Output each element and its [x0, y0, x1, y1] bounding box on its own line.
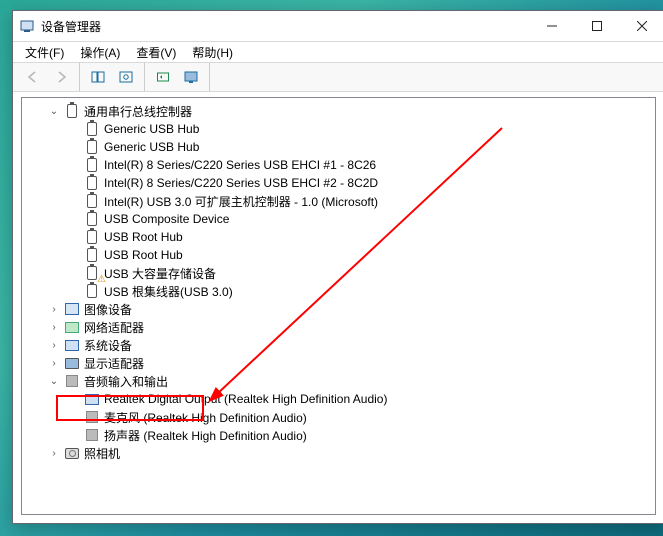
tree-item-usb-warning[interactable]: USB 大容量存储设备 [22, 264, 655, 282]
tree-item-usb[interactable]: USB 根集线器(USB 3.0) [22, 282, 655, 300]
menu-help[interactable]: 帮助(H) [184, 42, 241, 63]
tree-item-usb[interactable]: USB Root Hub [22, 228, 655, 246]
chevron-right-icon[interactable]: › [46, 337, 62, 353]
tree-item-usb[interactable]: USB Composite Device [22, 210, 655, 228]
device-tree-pane[interactable]: ⌄ 通用串行总线控制器 Generic USB Hub Generic USB … [21, 97, 656, 515]
app-icon [19, 18, 35, 34]
tree-node-system[interactable]: › 系统设备 [22, 336, 655, 354]
audio-output-icon [84, 391, 100, 407]
usb-icon [84, 283, 100, 299]
tree-item-usb[interactable]: Generic USB Hub [22, 138, 655, 156]
usb-icon [84, 121, 100, 137]
usb-icon [84, 247, 100, 263]
usb-icon [84, 139, 100, 155]
tree-item-usb[interactable]: Intel(R) 8 Series/C220 Series USB EHCI #… [22, 156, 655, 174]
menu-bar: 文件(F) 操作(A) 查看(V) 帮助(H) [13, 42, 663, 63]
usb-icon [84, 211, 100, 227]
show-hide-tree-button[interactable] [85, 65, 111, 89]
chevron-right-icon[interactable]: › [46, 301, 62, 317]
tree-item-usb[interactable]: Intel(R) 8 Series/C220 Series USB EHCI #… [22, 174, 655, 192]
display-icon [64, 355, 80, 371]
audio-icon [64, 373, 80, 389]
menu-action[interactable]: 操作(A) [72, 42, 128, 63]
usb-icon [84, 229, 100, 245]
title-bar[interactable]: 设备管理器 [13, 11, 663, 42]
tree-item-audio[interactable]: Realtek Digital Output (Realtek High Def… [22, 390, 655, 408]
usb-controller-icon [64, 103, 80, 119]
usb-warning-icon [84, 265, 100, 281]
menu-file[interactable]: 文件(F) [17, 42, 72, 63]
forward-button[interactable] [48, 65, 74, 89]
maximize-button[interactable] [574, 11, 619, 41]
usb-icon [84, 157, 100, 173]
window-title: 设备管理器 [41, 18, 529, 35]
tree-item-usb[interactable]: Generic USB Hub [22, 120, 655, 138]
close-button[interactable] [619, 11, 663, 41]
toolbar [13, 63, 663, 92]
chevron-down-icon[interactable]: ⌄ [46, 103, 62, 119]
tree-item-usb[interactable]: Intel(R) USB 3.0 可扩展主机控制器 - 1.0 (Microso… [22, 192, 655, 210]
chevron-down-icon[interactable]: ⌄ [46, 373, 62, 389]
scan-hardware-button[interactable] [150, 65, 176, 89]
monitor-button[interactable] [178, 65, 204, 89]
tree-item-audio[interactable]: 扬声器 (Realtek High Definition Audio) [22, 426, 655, 444]
microphone-icon [84, 409, 100, 425]
back-button[interactable] [20, 65, 46, 89]
minimize-button[interactable] [529, 11, 574, 41]
speaker-icon [84, 427, 100, 443]
chevron-right-icon[interactable]: › [46, 355, 62, 371]
camera-icon [64, 445, 80, 461]
chevron-right-icon[interactable]: › [46, 445, 62, 461]
tree-node-network[interactable]: › 网络适配器 [22, 318, 655, 336]
system-icon [64, 337, 80, 353]
chevron-right-icon[interactable]: › [46, 319, 62, 335]
tree-node-usb-controllers[interactable]: ⌄ 通用串行总线控制器 [22, 102, 655, 120]
usb-icon [84, 175, 100, 191]
tree-node-audio[interactable]: ⌄ 音频输入和输出 [22, 372, 655, 390]
device-manager-window: 设备管理器 文件(F) 操作(A) 查看(V) 帮助(H) ⌄ [12, 10, 663, 524]
network-icon [64, 319, 80, 335]
tree-item-audio[interactable]: 麦克风 (Realtek High Definition Audio) [22, 408, 655, 426]
tree-node-camera[interactable]: › 照相机 [22, 444, 655, 462]
menu-view[interactable]: 查看(V) [128, 42, 184, 63]
help-button[interactable] [113, 65, 139, 89]
imaging-icon [64, 301, 80, 317]
tree-node-imaging[interactable]: › 图像设备 [22, 300, 655, 318]
usb-icon [84, 193, 100, 209]
tree-node-display[interactable]: › 显示适配器 [22, 354, 655, 372]
tree-item-usb[interactable]: USB Root Hub [22, 246, 655, 264]
